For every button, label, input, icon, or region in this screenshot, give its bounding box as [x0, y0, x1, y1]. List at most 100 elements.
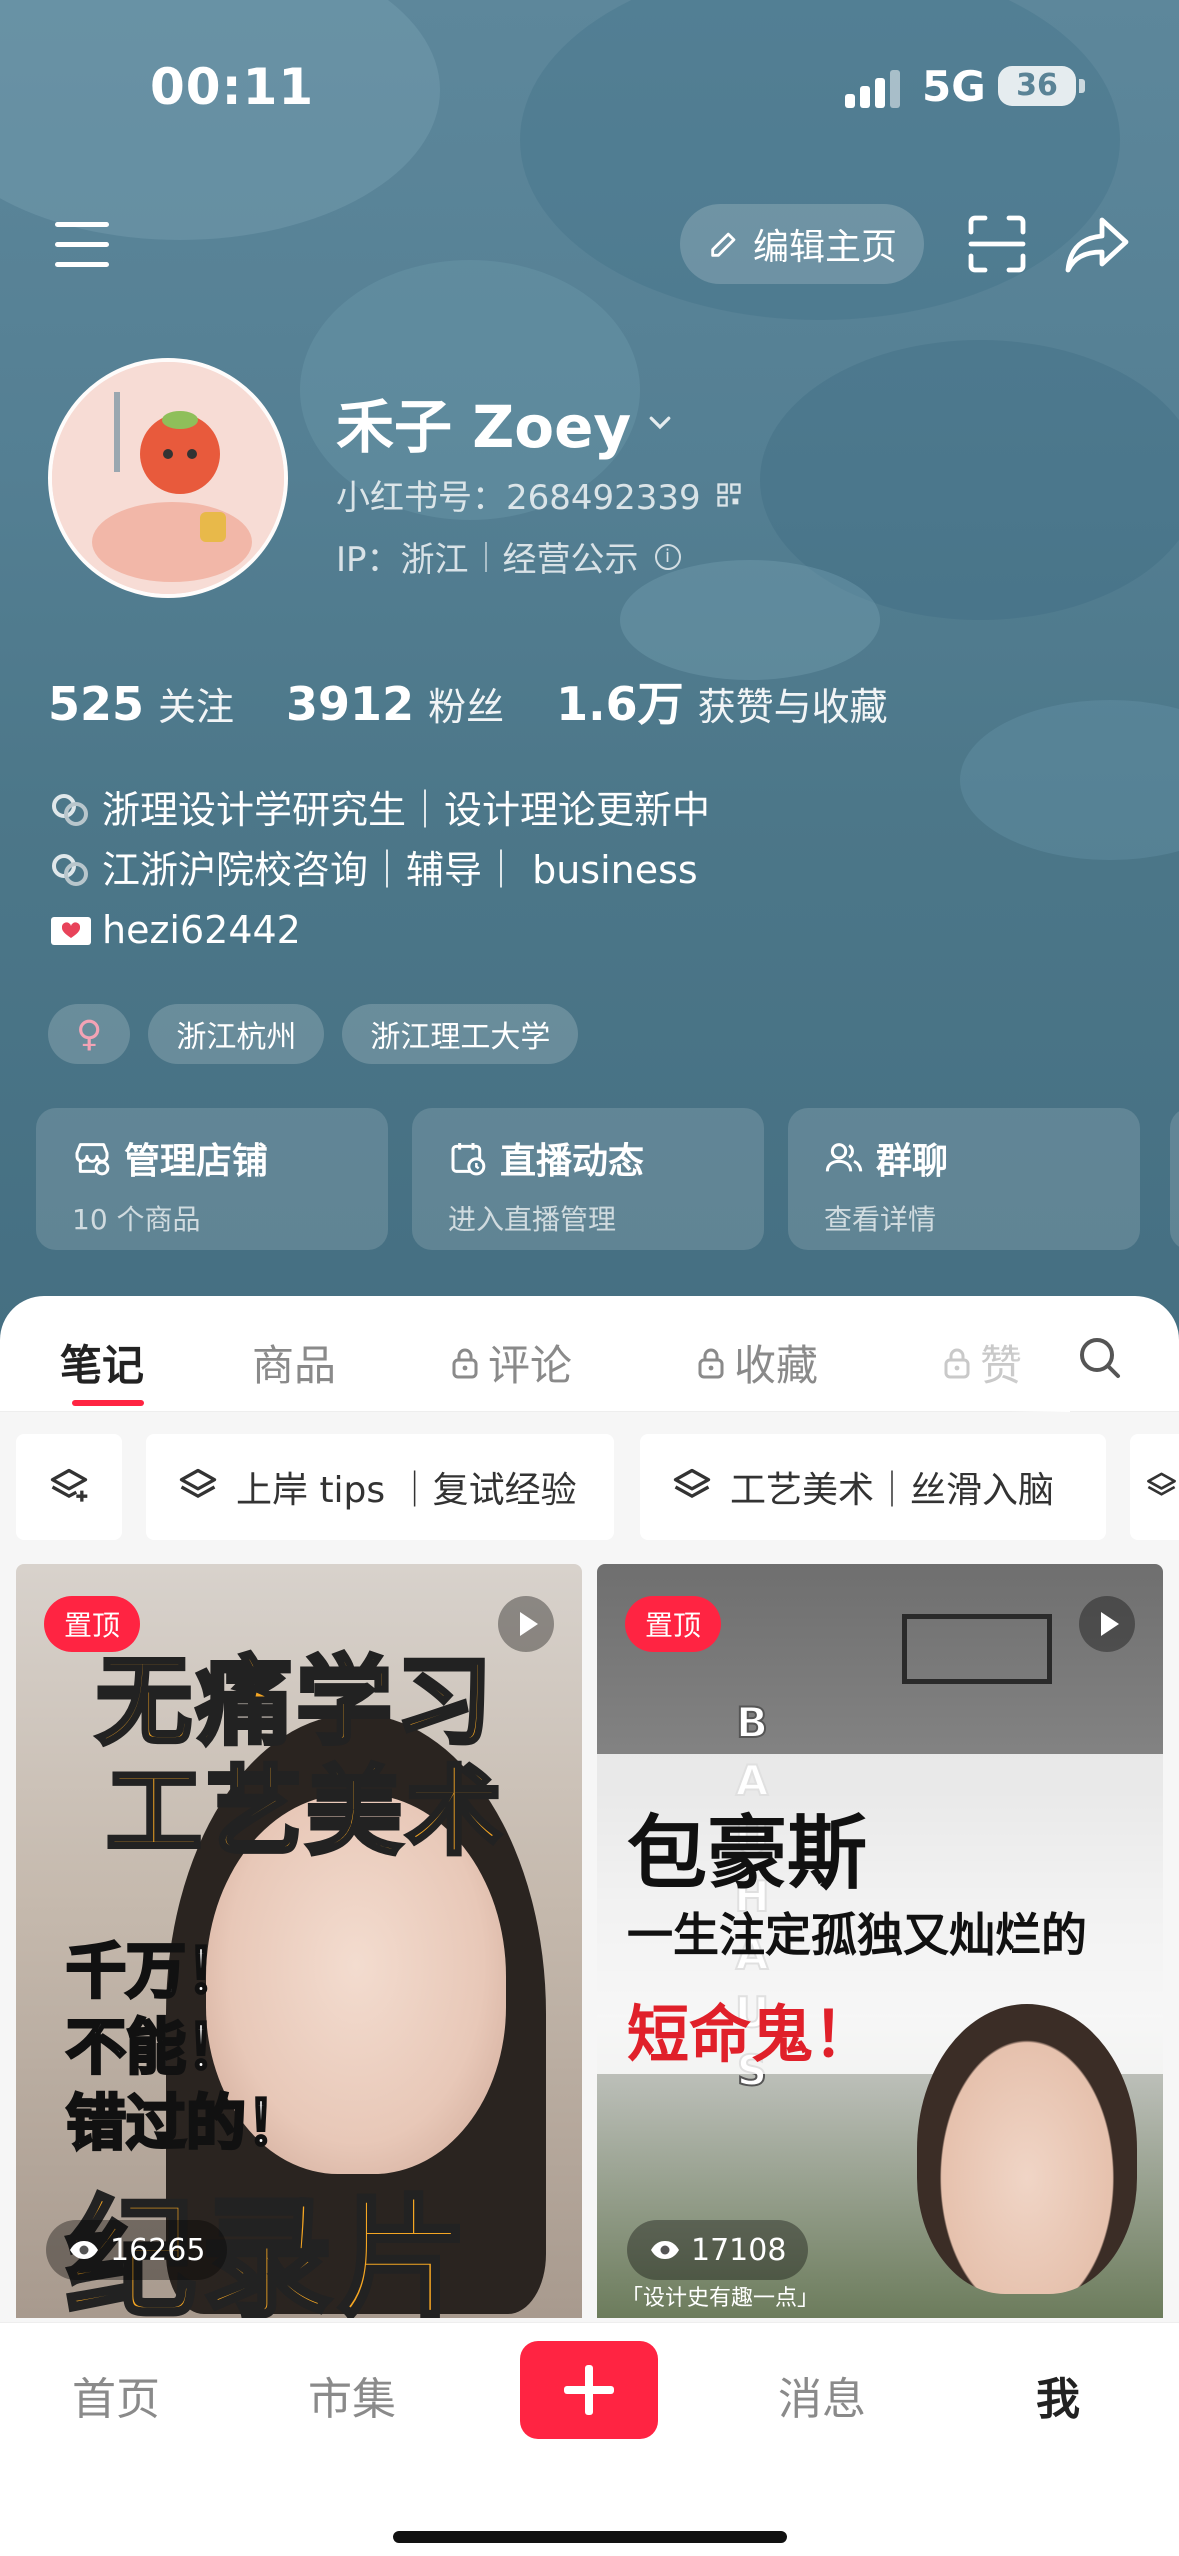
chip-label: 上岸 tips ｜复试经验: [236, 1470, 577, 1511]
tab-label: 笔记: [60, 1341, 145, 1390]
pencil-icon: [711, 232, 736, 257]
stat-number: 1.6万: [556, 677, 684, 731]
love-letter-icon: [51, 917, 91, 945]
top-toolbar: 编辑主页: [0, 200, 1179, 290]
school-tag: 浙江理工大学: [342, 1004, 579, 1064]
nav-messages[interactable]: 消息: [778, 2363, 866, 2427]
link-rings-icon: [52, 854, 88, 886]
link-rings-icon: [52, 794, 88, 826]
cover-caption: 「设计史有趣一点」: [621, 2286, 820, 2311]
gender-tag: ♀: [48, 1004, 131, 1064]
view-count: 17108: [627, 2220, 809, 2280]
menu-icon[interactable]: [55, 222, 111, 268]
live-card[interactable]: 直播动态 进入直播管理: [412, 1108, 764, 1250]
bio-line: 浙理设计学研究生｜设计理论更新中: [48, 780, 710, 840]
tab-goods[interactable]: 商品: [252, 1332, 336, 1393]
stat-following[interactable]: 525 关注: [48, 676, 234, 731]
bio-text: hezi62442: [102, 908, 301, 952]
add-layers-icon: [50, 1468, 88, 1502]
stat-number: 3912: [286, 677, 415, 731]
stat-followers[interactable]: 3912 粉丝: [286, 676, 504, 731]
nav-market[interactable]: 市集: [308, 2363, 396, 2427]
view-count-value: 16265: [110, 2232, 206, 2268]
tab-comments[interactable]: 评论: [450, 1332, 572, 1393]
divider: [484, 541, 487, 572]
battery-icon: 36: [998, 66, 1085, 106]
cover-photo-window: [902, 1614, 1052, 1684]
shop-icon: [75, 1143, 110, 1176]
card-title: 管理店铺: [124, 1141, 269, 1182]
nav-home[interactable]: 首页: [72, 2363, 160, 2427]
layers-icon: [179, 1468, 217, 1499]
profile-header: 00:11 5G 36 编辑主页 禾子 Zoey 小红书号：268492339 …: [0, 0, 1179, 1340]
business-disclosure-link[interactable]: 经营公示: [503, 532, 639, 581]
profile-name-row[interactable]: 禾子 Zoey: [336, 380, 675, 464]
note-card[interactable]: BAUHAUS 包豪斯 一生注定孤独又灿烂的 短命鬼！ 置顶 17108 「设计…: [597, 1564, 1163, 2318]
cover-side-text: 千万！ 不能！ 错过的！: [65, 1936, 308, 2161]
collection-chip[interactable]: [1130, 1434, 1179, 1540]
network-label: 5G: [922, 62, 986, 111]
manage-shop-card[interactable]: 管理店铺 10 个商品: [36, 1108, 388, 1250]
note-card[interactable]: 无痛学习 工艺美术 千万！ 不能！ 错过的！ 纪录片 置顶 16265: [16, 1564, 582, 2318]
scan-icon[interactable]: [965, 212, 1029, 276]
chevron-down-icon: [649, 416, 671, 430]
collection-chip[interactable]: 上岸 tips ｜复试经验: [146, 1434, 614, 1540]
tab-label: 收藏: [734, 1341, 819, 1390]
card-title: 群聊: [876, 1141, 949, 1182]
lock-icon: [452, 1348, 478, 1378]
signal-icon: [845, 68, 901, 108]
more-card-edge[interactable]: [1170, 1108, 1179, 1250]
chip-label: 工艺美术｜丝滑入脑: [730, 1470, 1055, 1511]
bio-text: 浙理设计学研究生｜设计理论更新中: [102, 788, 711, 832]
share-icon[interactable]: [1062, 212, 1134, 276]
avatar[interactable]: [48, 358, 288, 598]
collection-filter-bar: 上岸 tips ｜复试经验 工艺美术｜丝滑入脑: [0, 1412, 1179, 1562]
collection-chip[interactable]: 工艺美术｜丝滑入脑: [640, 1434, 1106, 1540]
ip-row: IP：浙江 经营公示 i: [336, 532, 681, 581]
view-count-value: 17108: [691, 2232, 787, 2268]
cover-highlight: 短命鬼！: [627, 1998, 876, 2071]
cover-title: 包豪斯: [627, 1807, 867, 1900]
pinned-badge: 置顶: [625, 1596, 722, 1652]
group-chat-card[interactable]: 群聊 查看详情: [788, 1108, 1140, 1250]
play-icon: [498, 1596, 554, 1652]
lock-icon: [944, 1348, 970, 1378]
stat-number: 525: [48, 677, 145, 731]
bio-line: 江浙沪院校咨询｜辅导｜ business: [48, 840, 710, 900]
info-icon[interactable]: i: [654, 543, 681, 570]
tab-label: 评论: [488, 1341, 573, 1390]
stat-label: 粉丝: [428, 685, 505, 729]
location-tag: 浙江杭州: [148, 1004, 325, 1064]
card-subtitle: 10 个商品: [72, 1203, 201, 1236]
live-calendar-icon: [451, 1143, 486, 1176]
cover-title: 工艺美术: [104, 1754, 506, 1870]
vertical-letter: B: [735, 1697, 769, 1748]
edit-profile-button[interactable]: 编辑主页: [680, 204, 924, 284]
bio-line: hezi62442: [48, 900, 710, 960]
status-bar: 00:11 5G 36: [0, 0, 1179, 160]
tab-notes[interactable]: 笔记: [60, 1332, 144, 1393]
active-tab-indicator: [72, 1400, 144, 1406]
stat-likes-collects[interactable]: 1.6万 获赞与收藏: [556, 668, 888, 734]
profile-tabs: 笔记 商品 评论 收藏 赞: [0, 1296, 1179, 1412]
create-post-button[interactable]: [520, 2341, 658, 2439]
bottom-navigation: 首页 市集 消息 我: [0, 2322, 1179, 2556]
group-icon: [825, 1143, 863, 1172]
play-icon: [1079, 1596, 1135, 1652]
user-id-row[interactable]: 小红书号：268492339: [336, 470, 743, 519]
profile-bio[interactable]: 浙理设计学研究生｜设计理论更新中 江浙沪院校咨询｜辅导｜ business he…: [48, 780, 710, 960]
bio-text: 江浙沪院校咨询｜辅导｜ business: [102, 848, 698, 892]
tab-label: 商品: [252, 1341, 337, 1390]
user-id: 小红书号：268492339: [336, 478, 701, 518]
pinned-badge: 置顶: [44, 1596, 141, 1652]
cover-subtitle: 一生注定孤独又灿烂的: [627, 1908, 1087, 1962]
search-icon[interactable]: [1076, 1334, 1124, 1382]
profile-name: 禾子 Zoey: [336, 393, 632, 461]
tab-collects[interactable]: 收藏: [696, 1332, 818, 1393]
profile-tags: ♀ 浙江杭州 浙江理工大学: [48, 1004, 579, 1064]
layers-icon: [1147, 1472, 1176, 1496]
add-collection-button[interactable]: [16, 1434, 122, 1540]
eye-icon: [70, 2241, 98, 2259]
layers-icon: [673, 1468, 711, 1499]
nav-me[interactable]: 我: [1036, 2363, 1080, 2427]
